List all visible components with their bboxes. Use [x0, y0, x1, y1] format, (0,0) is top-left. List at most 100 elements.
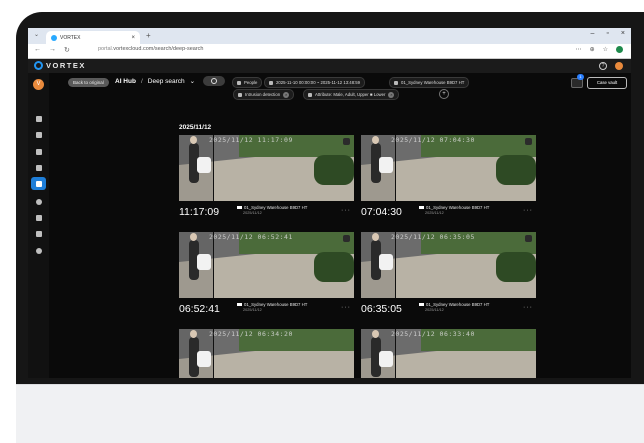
scene-foliage: [496, 155, 536, 185]
more-options-icon[interactable]: ···: [341, 207, 351, 214]
add-filter-button[interactable]: +: [439, 89, 449, 99]
person-shirt: [197, 254, 211, 270]
chip-label: Intrusion detection: [245, 92, 281, 97]
result-camera: 01_Sydney Warehouse B9D7 HT: [419, 302, 489, 307]
archive-icon: [35, 231, 42, 237]
more-options-icon[interactable]: ···: [523, 304, 533, 311]
result-thumbnail[interactable]: 2025/11/12 06:35:05: [361, 232, 536, 298]
filter-chip-daterange[interactable]: 2025-11-10 00:00:00 ~ 2025-11-12 13:48:5…: [264, 77, 366, 88]
result-card[interactable]: 2025/11/12 07:04:30 07:04:30 01_Sydney W…: [361, 135, 536, 229]
breadcrumb-separator: /: [140, 77, 143, 85]
person-figure: [371, 136, 393, 183]
scene-foliage: [314, 155, 354, 185]
back-arrow-icon[interactable]: ←: [34, 46, 41, 54]
chip-close-icon[interactable]: ×: [388, 91, 395, 98]
main-content: Back to original AI Hub / Deep search ⌄ …: [49, 73, 631, 378]
zoom-icon[interactable]: ⊕: [590, 46, 595, 53]
sidebar-item-alarms[interactable]: [34, 214, 43, 222]
result-date: 2025/11/12: [425, 211, 444, 215]
back-to-original-button[interactable]: Back to original: [68, 78, 109, 87]
camera-name: 01_Sydney Warehouse B9D7 HT: [426, 205, 490, 210]
chip-close-icon[interactable]: ×: [283, 91, 290, 98]
extensions-icon[interactable]: ⋯: [576, 46, 582, 53]
tab-close-icon[interactable]: ×: [131, 35, 135, 41]
filter-chip-camera[interactable]: 01_Sydney Warehouse B9D7 HT: [389, 77, 470, 88]
help-icon[interactable]: ?: [599, 62, 607, 70]
person-figure: [189, 330, 211, 377]
more-options-icon[interactable]: ···: [523, 207, 533, 214]
grid-icon: [35, 116, 42, 122]
result-thumbnail[interactable]: 2025/11/12 06:33:40: [361, 329, 536, 378]
result-date: 2025/11/12: [425, 308, 444, 312]
person-shirt: [379, 351, 393, 367]
camera-icon: [419, 303, 424, 306]
camera-icon: [237, 206, 242, 209]
forward-arrow-icon[interactable]: →: [49, 46, 56, 54]
video-timestamp: 2025/11/12 06:34:20: [209, 330, 293, 338]
url-prefix: portal.: [98, 46, 114, 52]
tab-title: VORTEX: [60, 34, 81, 41]
result-thumbnail[interactable]: 2025/11/12 07:04:30: [361, 135, 536, 201]
result-card[interactable]: 2025/11/12 06:52:41 06:52:41 01_Sydney W…: [179, 232, 354, 326]
filter-chip-attribute[interactable]: Attribute: Male, Adult, Upper ■ Lower ×: [303, 89, 400, 100]
browser-tab[interactable]: VORTEX ×: [46, 31, 140, 44]
person-shirt: [197, 157, 211, 173]
sidebar-item-ai-search[interactable]: [31, 177, 46, 190]
url-field[interactable]: portal.vortexcloud.com/search/deep-searc…: [98, 46, 203, 52]
sidebar-item-filters[interactable]: [34, 131, 43, 139]
sidebar-item-settings[interactable]: [34, 247, 43, 255]
close-window-button[interactable]: ×: [621, 30, 625, 37]
more-options-icon[interactable]: ···: [341, 304, 351, 311]
reload-icon[interactable]: ↻: [64, 46, 70, 54]
filter-chip-detection[interactable]: Intrusion detection ×: [233, 89, 295, 100]
account-avatar[interactable]: V: [33, 79, 44, 90]
result-card[interactable]: 2025/11/12 06:33:40: [361, 329, 536, 378]
sidebar-item-locations[interactable]: [34, 198, 43, 206]
vortex-logo-icon: [34, 61, 43, 70]
bookmark-star-icon[interactable]: ☆: [603, 46, 608, 53]
search-button[interactable]: [203, 76, 225, 86]
new-tab-button[interactable]: +: [146, 31, 151, 40]
result-thumbnail[interactable]: 2025/11/12 06:52:41: [179, 232, 354, 298]
result-thumbnail[interactable]: 2025/11/12 06:34:20: [179, 329, 354, 378]
thumbnail-menu-icon[interactable]: [343, 138, 350, 145]
thumbnail-menu-icon[interactable]: [343, 235, 350, 242]
chip-label: Attribute: Male, Adult, Upper ■ Lower: [315, 92, 386, 97]
header-icons: ?: [599, 62, 623, 70]
result-time: 06:35:05: [361, 303, 402, 315]
user-avatar[interactable]: [615, 62, 623, 70]
minimize-button[interactable]: –: [591, 30, 595, 37]
camera-icon: [237, 303, 242, 306]
case-vault-button[interactable]: Case vault: [587, 77, 627, 89]
person-figure: [189, 136, 211, 183]
result-card[interactable]: 2025/11/12 06:34:20: [179, 329, 354, 378]
sidebar: V: [28, 73, 49, 378]
video-timestamp: 2025/11/12 06:33:40: [391, 330, 475, 338]
camera-icon: [394, 80, 398, 85]
sidebar-item-archive[interactable]: [34, 230, 43, 238]
browser-profile-icon[interactable]: [616, 46, 623, 53]
sidebar-item-dashboard[interactable]: [34, 115, 43, 123]
video-timestamp: 2025/11/12 11:17:09: [209, 136, 293, 144]
video-timestamp: 2025/11/12 06:52:41: [209, 233, 293, 241]
result-date: 2025/11/12: [243, 211, 262, 215]
thumbnail-menu-icon[interactable]: [525, 138, 532, 145]
chevron-down-icon[interactable]: ⌄: [190, 77, 195, 85]
maximize-button[interactable]: ▫: [606, 30, 608, 37]
thumbnail-menu-icon[interactable]: [525, 235, 532, 242]
sidebar-item-cameras[interactable]: [34, 148, 43, 156]
sidebar-item-people[interactable]: [34, 164, 43, 172]
breadcrumb-ai-hub[interactable]: AI Hub: [115, 78, 136, 85]
ai-search-icon: [35, 180, 42, 187]
filter-icon: [35, 132, 42, 138]
result-card[interactable]: 2025/11/12 11:17:09 11:17:09 01_Sydney W…: [179, 135, 354, 229]
chip-label: People: [244, 80, 258, 85]
tab-list-chevron-icon[interactable]: ⌄: [34, 31, 39, 38]
location-icon: [35, 199, 42, 205]
filter-chip-people[interactable]: People: [232, 77, 263, 88]
result-card[interactable]: 2025/11/12 06:35:05 06:35:05 01_Sydney W…: [361, 232, 536, 326]
camera-name: 01_Sydney Warehouse B9D7 HT: [426, 302, 490, 307]
result-thumbnail[interactable]: 2025/11/12 11:17:09: [179, 135, 354, 201]
vortex-logo[interactable]: VORTEX: [34, 61, 86, 70]
breadcrumb-deep-search[interactable]: Deep search: [148, 78, 185, 85]
